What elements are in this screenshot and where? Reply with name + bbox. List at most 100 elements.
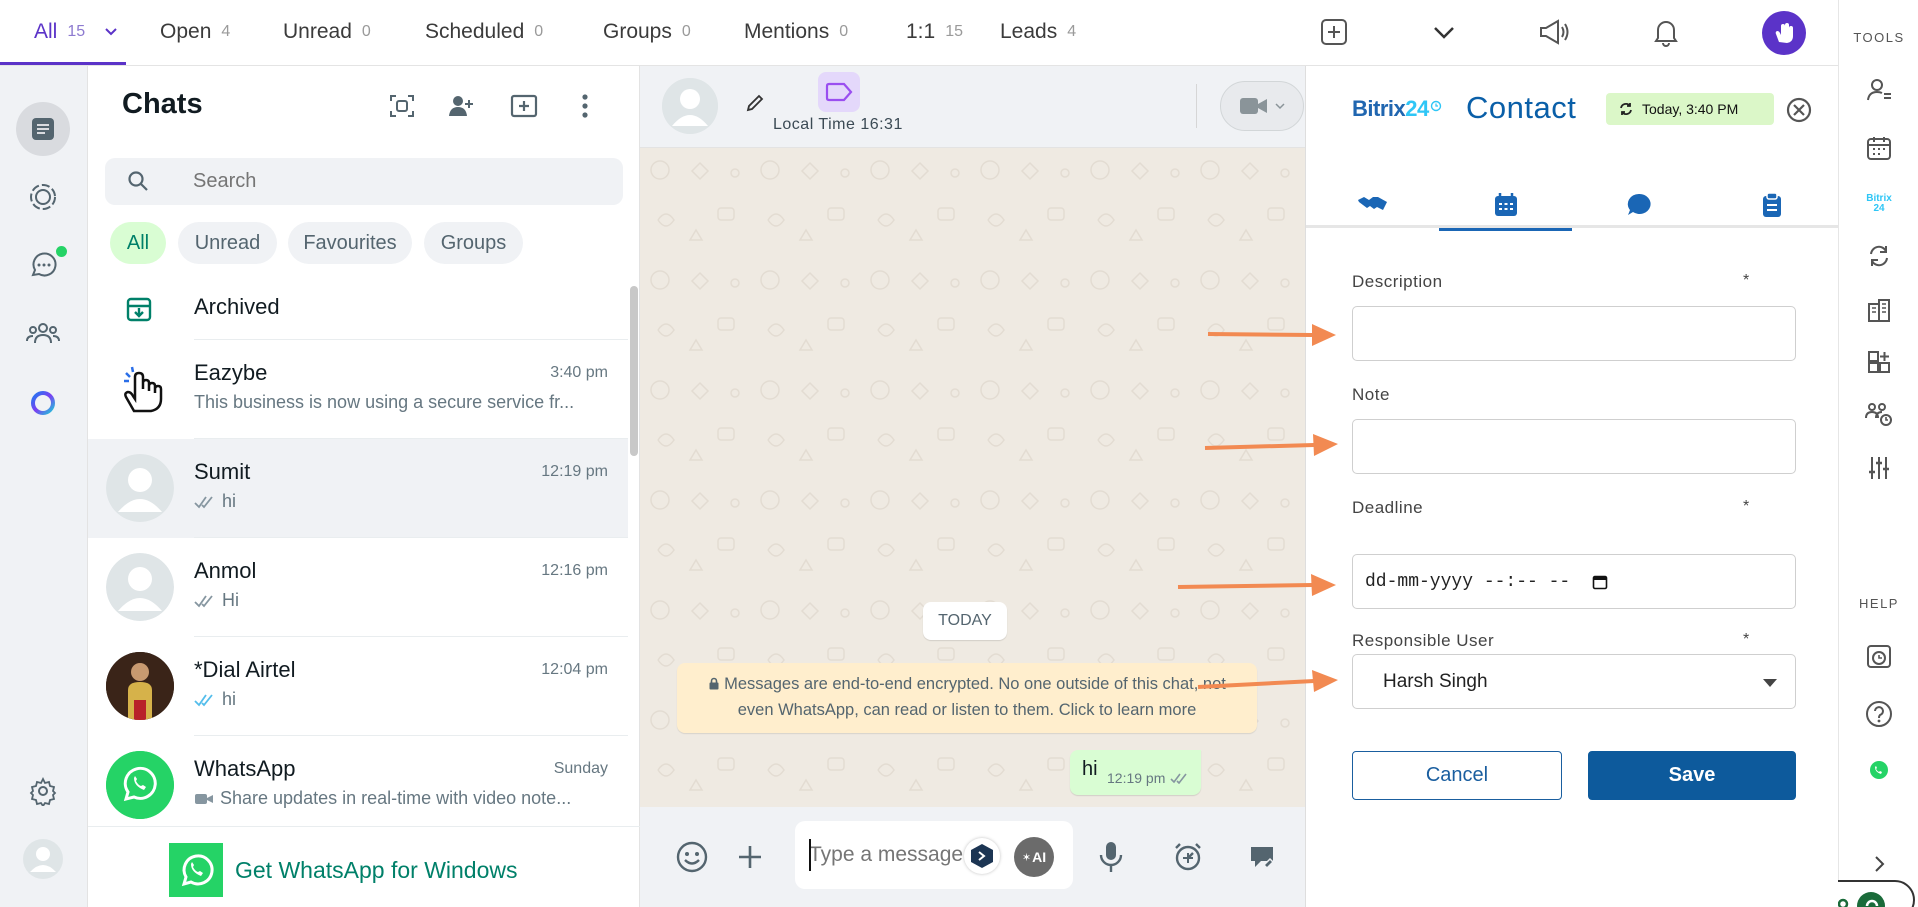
tab-count: 0	[361, 23, 371, 40]
person-photo-icon	[106, 652, 174, 720]
template-message-icon[interactable]	[1242, 837, 1282, 877]
label-tag-icon[interactable]	[818, 72, 860, 112]
add-square-icon[interactable]	[1316, 14, 1352, 50]
quick-reply-button[interactable]	[964, 838, 1000, 874]
user-avatar[interactable]	[1762, 11, 1806, 55]
new-chat-icon[interactable]	[504, 86, 544, 126]
bitrix24-logo: Bitrix24	[1352, 96, 1442, 122]
nav-status[interactable]	[16, 170, 70, 224]
bitrix24-icon[interactable]: Bitrix 24	[1861, 186, 1897, 222]
tab-comments[interactable]	[1572, 186, 1705, 228]
team-schedule-icon[interactable]	[1861, 396, 1897, 432]
building-icon[interactable]	[1861, 292, 1897, 328]
close-icon[interactable]	[1785, 96, 1813, 124]
emoji-icon[interactable]	[672, 837, 712, 877]
encryption-notice[interactable]: Messages are end-to-end encrypted. No on…	[677, 663, 1257, 733]
calendar-picker-icon[interactable]	[1592, 574, 1608, 590]
contact-avatar[interactable]	[662, 78, 718, 134]
tab-open[interactable]: Open 4	[160, 0, 230, 64]
bell-icon[interactable]	[1648, 14, 1684, 50]
tab-activities[interactable]	[1439, 186, 1572, 231]
question-help-icon[interactable]	[1861, 696, 1897, 732]
chat-row-whatsapp[interactable]: WhatsApp Sunday Share updates in real-ti…	[88, 736, 628, 835]
message-input[interactable]	[809, 835, 969, 875]
chat-list-scrollbar[interactable]	[630, 286, 638, 456]
contact-person-icon[interactable]	[1861, 72, 1897, 108]
chevron-down-icon[interactable]	[1426, 14, 1462, 50]
more-options-icon[interactable]	[565, 86, 605, 126]
panel-title: Contact	[1466, 90, 1577, 125]
nav-channels[interactable]	[16, 238, 70, 292]
deadline-input[interactable]: dd-mm-yyyy --:-- --	[1352, 554, 1796, 609]
tab-count: 4	[221, 23, 231, 40]
hexagon-code-icon	[971, 844, 993, 868]
outgoing-message[interactable]: hi 12:19 pm	[1070, 750, 1201, 795]
double-check-icon	[194, 594, 213, 607]
archived-row[interactable]: Archived	[88, 278, 628, 340]
nav-profile[interactable]	[16, 832, 70, 886]
chat-row-anmol[interactable]: Anmol 12:16 pm Hi	[88, 538, 628, 637]
nav-chats[interactable]	[16, 102, 70, 156]
search-input[interactable]	[193, 158, 613, 205]
tab-one-to-one[interactable]: 1:1 15	[906, 0, 963, 64]
attach-plus-icon[interactable]	[730, 837, 770, 877]
chat-row-dial-airtel[interactable]: *Dial Airtel 12:04 pm hi	[88, 637, 628, 736]
deadline-placeholder: dd-mm-yyyy --:-- --	[1365, 571, 1571, 592]
nav-settings[interactable]	[16, 764, 70, 818]
search-icon	[128, 171, 148, 191]
sync-timestamp-badge[interactable]: Today, 3:40 PM	[1606, 93, 1774, 125]
tab-tasks[interactable]	[1705, 186, 1838, 228]
schedule-message-icon[interactable]	[1168, 837, 1208, 877]
sync-icon[interactable]	[1861, 238, 1897, 274]
video-call-button[interactable]	[1220, 81, 1304, 131]
tab-leads[interactable]: Leads 4	[1000, 0, 1076, 64]
chevron-down-icon[interactable]	[103, 24, 119, 40]
nav-communities[interactable]	[16, 306, 70, 360]
chat-row-sumit[interactable]: Sumit 12:19 pm hi	[88, 439, 628, 538]
filter-groups[interactable]: Groups	[424, 222, 523, 264]
tab-unread[interactable]: Unread 0	[283, 0, 371, 64]
chat-row-eazybe[interactable]: Eazybe 3:40 pm This business is now usin…	[88, 340, 628, 439]
pencil-icon[interactable]	[744, 92, 766, 114]
ai-assist-button[interactable]: ✶ AI	[1014, 837, 1054, 877]
megaphone-icon[interactable]	[1536, 14, 1572, 50]
sliders-icon[interactable]	[1861, 450, 1897, 486]
required-mark: *	[1743, 272, 1750, 289]
filter-unread[interactable]: Unread	[178, 222, 277, 264]
filter-all[interactable]: All	[110, 222, 166, 264]
description-input[interactable]	[1352, 306, 1796, 361]
tab-count: 0	[839, 23, 849, 40]
tab-deals[interactable]	[1306, 186, 1439, 228]
scan-icon[interactable]	[382, 86, 422, 126]
video-camera-icon	[1240, 98, 1267, 114]
speech-bubble-icon	[1627, 193, 1651, 215]
microphone-icon[interactable]	[1091, 837, 1131, 877]
add-widget-icon[interactable]	[1861, 344, 1897, 380]
archive-icon	[126, 297, 152, 322]
filter-favourites[interactable]: Favourites	[288, 222, 412, 264]
tab-groups[interactable]: Groups 0	[603, 0, 691, 64]
tab-all[interactable]: All 15	[34, 0, 119, 64]
chat-name: Sumit	[194, 459, 251, 484]
note-input[interactable]	[1352, 419, 1796, 474]
clock-help-icon[interactable]	[1861, 638, 1897, 674]
chevron-right-icon[interactable]	[1861, 846, 1897, 882]
sparkle-icon: ✶	[1021, 851, 1032, 864]
double-check-icon	[1170, 773, 1188, 784]
get-whatsapp-banner[interactable]: Get WhatsApp for Windows	[88, 826, 640, 907]
nav-meta-ai[interactable]	[16, 376, 70, 430]
tab-scheduled[interactable]: Scheduled 0	[425, 0, 543, 64]
tab-mentions[interactable]: Mentions 0	[744, 0, 848, 64]
whatsapp-help-icon[interactable]	[1861, 752, 1897, 788]
channels-icon	[31, 252, 57, 277]
avatar	[106, 751, 174, 819]
calendar-icon[interactable]	[1861, 130, 1897, 166]
save-button[interactable]: Save	[1588, 751, 1796, 800]
chat-time: 12:04 pm	[541, 661, 608, 678]
conversation-panel: Local Time 16:31 TODAY Messages are end-…	[640, 66, 1305, 907]
hand-wave-icon	[1775, 23, 1793, 43]
add-contact-icon[interactable]	[441, 86, 481, 126]
bitrix-mini-logo: Bitrix 24	[1866, 193, 1892, 214]
responsible-user-select[interactable]: Harsh Singh	[1352, 654, 1796, 709]
cancel-button[interactable]: Cancel	[1352, 751, 1562, 800]
